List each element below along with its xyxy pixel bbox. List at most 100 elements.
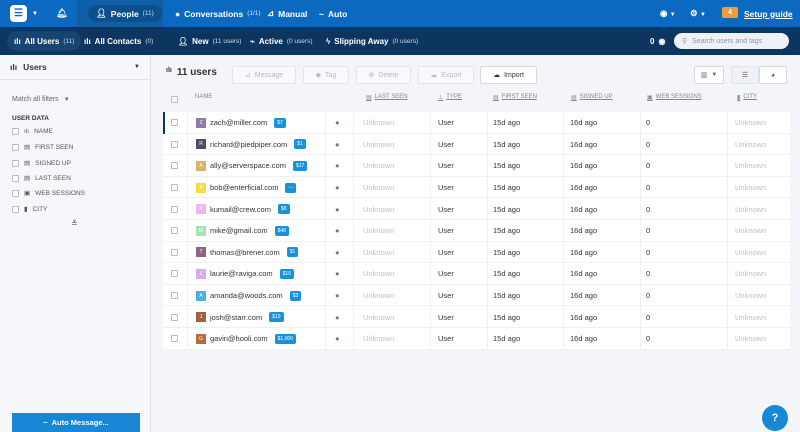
row-checkbox[interactable] [171,335,178,343]
checkbox[interactable] [12,189,19,197]
value-tag[interactable]: $17 [292,160,308,171]
table-row[interactable]: Aamanda@woods.com $3 ● Unknown User 15d a… [163,285,790,307]
chat-icon[interactable]: ● [335,285,340,307]
export-button[interactable]: ☁ Export [418,66,474,84]
user-email[interactable]: mike@gmail.com [210,226,268,235]
search-input[interactable]: ⚲ Search users and tags [674,33,789,49]
row-checkbox[interactable] [171,313,178,321]
intercom-logo-icon[interactable]: ☰ [10,5,27,22]
checkbox[interactable] [12,174,19,182]
segment-all-contacts[interactable]: ılı All Contacts (0) [84,27,153,55]
columns-button[interactable]: ▥ ▼ [694,66,724,84]
setup-guide-link[interactable]: Setup guide [744,9,793,19]
filter-last-seen[interactable]: ▤ LAST SEEN [12,174,71,182]
segment-new[interactable]: 👤︎ New (11 users) [178,27,241,55]
table-row[interactable]: Jjosh@starr.com $19 ● Unknown User 15d ag… [163,306,790,328]
nav-manual[interactable]: ⊿ Manual [267,0,307,27]
message-button[interactable]: ⊿ Message [232,66,296,84]
row-checkbox[interactable] [171,184,178,192]
value-tag[interactable]: $8 [277,204,290,215]
user-email[interactable]: bob@enterficial.com [210,183,278,192]
filter-signed-up[interactable]: ▤ SIGNED UP [12,159,71,167]
chat-icon[interactable]: ● [335,177,340,199]
col-city[interactable]: ▮ CITY [737,94,757,101]
user-email[interactable]: amanda@woods.com [210,291,283,300]
row-checkbox[interactable] [171,292,178,300]
col-name[interactable]: NAME [195,94,212,100]
segment-select[interactable]: ılı Users ▼ [0,55,150,80]
segment-slipping-away[interactable]: ϟ Slipping Away (0 users) [326,27,418,55]
apps-icon[interactable]: ◉ ▼ [660,8,676,19]
value-tag[interactable]: $1 [286,247,299,258]
chevron-down-icon[interactable]: ▼ [32,11,38,17]
chat-icon[interactable]: ● [335,155,340,177]
table-row[interactable]: Tthomas@brener.com $1 ● Unknown User 15d … [163,242,790,264]
nav-conversations[interactable]: ● Conversations (1/1) [175,0,261,27]
gear-icon[interactable]: ⚙ ▼ [690,8,706,19]
tag-button[interactable]: ◆ Tag [303,66,349,84]
user-email[interactable]: richard@piedpiper.com [210,140,287,149]
row-checkbox[interactable] [171,162,178,170]
user-email[interactable]: kumail@crew.com [210,205,271,214]
delete-button[interactable]: ⊗ Delete [356,66,411,84]
segment-active[interactable]: ⌁ Active (0 users) [250,27,313,55]
table-row[interactable]: Llaurie@raviga.com $16 ● Unknown User 15d… [163,263,790,285]
chat-icon[interactable]: ● [335,242,340,264]
auto-message-button[interactable]: ~ Auto Message... [12,413,140,432]
user-email[interactable]: zach@miller.com [210,118,267,127]
match-filters-dropdown[interactable]: Match all filters ▼ [12,96,70,103]
table-row[interactable]: Zzach@miller.com $7 ● Unknown User 15d ag… [163,112,790,134]
filter-name[interactable]: ılı NAME [12,128,53,135]
expand-more-icon[interactable]: ≚ [71,219,78,228]
value-tag[interactable]: --- [285,182,297,193]
row-checkbox[interactable] [171,119,178,127]
row-checkbox[interactable] [171,140,178,148]
filter-web-sessions[interactable]: ▣ WEB SESSIONS [12,189,85,197]
bell-icon[interactable]: 🔔︎ [56,8,67,19]
row-checkbox[interactable] [171,270,178,278]
col-type[interactable]: ⊥ TYPE [438,94,462,101]
table-row[interactable]: Kkumail@crew.com $8 ● Unknown User 15d ag… [163,198,790,220]
table-row[interactable]: Aally@serverspace.com $17 ● Unknown User … [163,155,790,177]
col-first-seen[interactable]: ▤ FIRST SEEN [493,94,537,101]
map-view-button[interactable]: ◕ [759,66,787,84]
list-view-button[interactable]: ☰ [731,66,759,84]
table-row[interactable]: Mmike@gmail.com $48 ● Unknown User 15d ag… [163,220,790,242]
filter-first-seen[interactable]: ▤ FIRST SEEN [12,143,73,151]
value-tag[interactable]: $1 [294,139,306,150]
col-web-sessions[interactable]: ▣ WEB SESSIONS [647,94,702,101]
user-email[interactable]: thomas@brener.com [210,248,280,257]
chat-icon[interactable]: ● [335,328,340,350]
user-email[interactable]: josh@starr.com [210,313,262,322]
checkbox[interactable] [12,143,19,151]
table-row[interactable]: Ggavin@hooli.com $1,000 ● Unknown User 15… [163,328,790,350]
viewers-count[interactable]: 0 ◉ [650,27,665,55]
chat-icon[interactable]: ● [335,263,340,285]
setup-badge[interactable]: 4 [722,7,738,18]
checkbox[interactable] [12,128,19,135]
value-tag[interactable]: $7 [274,117,286,128]
chat-icon[interactable]: ● [335,112,340,134]
value-tag[interactable]: $1,000 [274,333,296,344]
checkbox[interactable] [12,205,19,213]
value-tag[interactable]: $3 [289,290,302,301]
user-email[interactable]: laurie@raviga.com [210,269,273,278]
chat-icon[interactable]: ● [335,220,340,242]
filter-city[interactable]: ▮ CITY [12,205,47,213]
table-row[interactable]: Bbob@enterficial.com --- ● Unknown User 1… [163,177,790,199]
user-email[interactable]: ally@serverspace.com [210,161,286,170]
checkbox[interactable] [12,159,19,167]
table-row[interactable]: Rrichard@piedpiper.com $1 ● Unknown User … [163,134,790,156]
nav-auto[interactable]: ~ Auto [319,0,347,27]
segment-all-users[interactable]: ılı All Users (11) [7,31,82,51]
row-checkbox[interactable] [171,248,178,256]
chat-icon[interactable]: ● [335,306,340,328]
user-email[interactable]: gavin@hooli.com [210,334,268,343]
col-signed-up[interactable]: ▤ SIGNED UP [571,94,613,101]
help-chat-button[interactable]: ? [762,405,788,431]
nav-people[interactable]: 👤︎ People (11) [88,5,162,22]
value-tag[interactable]: $16 [279,268,294,279]
row-checkbox[interactable] [171,227,178,235]
value-tag[interactable]: $48 [274,225,289,236]
col-last-seen[interactable]: ▤ LAST SEEN [366,94,408,101]
